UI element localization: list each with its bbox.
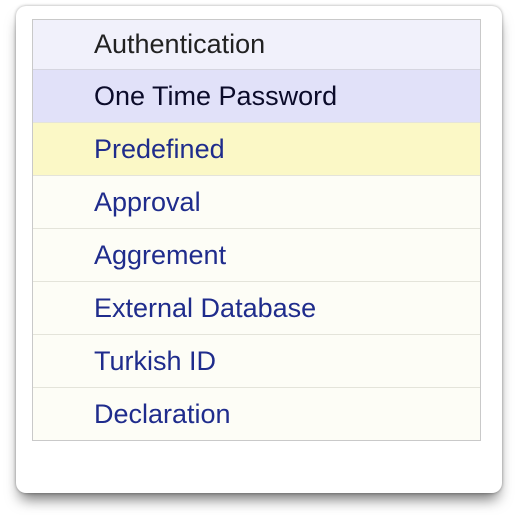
menu-item-approval[interactable]: Approval	[33, 176, 480, 229]
menu-item-aggrement[interactable]: Aggrement	[33, 229, 480, 282]
menu-item-one-time-password[interactable]: One Time Password	[33, 70, 480, 123]
authentication-menu: Authentication One Time Password Predefi…	[32, 19, 481, 441]
menu-panel: Authentication One Time Password Predefi…	[16, 6, 502, 493]
menu-item-external-database[interactable]: External Database	[33, 282, 480, 335]
menu-item-turkish-id[interactable]: Turkish ID	[33, 335, 480, 388]
menu-item-declaration[interactable]: Declaration	[33, 388, 480, 440]
menu-header: Authentication	[33, 20, 480, 70]
menu-item-predefined[interactable]: Predefined	[33, 123, 480, 176]
